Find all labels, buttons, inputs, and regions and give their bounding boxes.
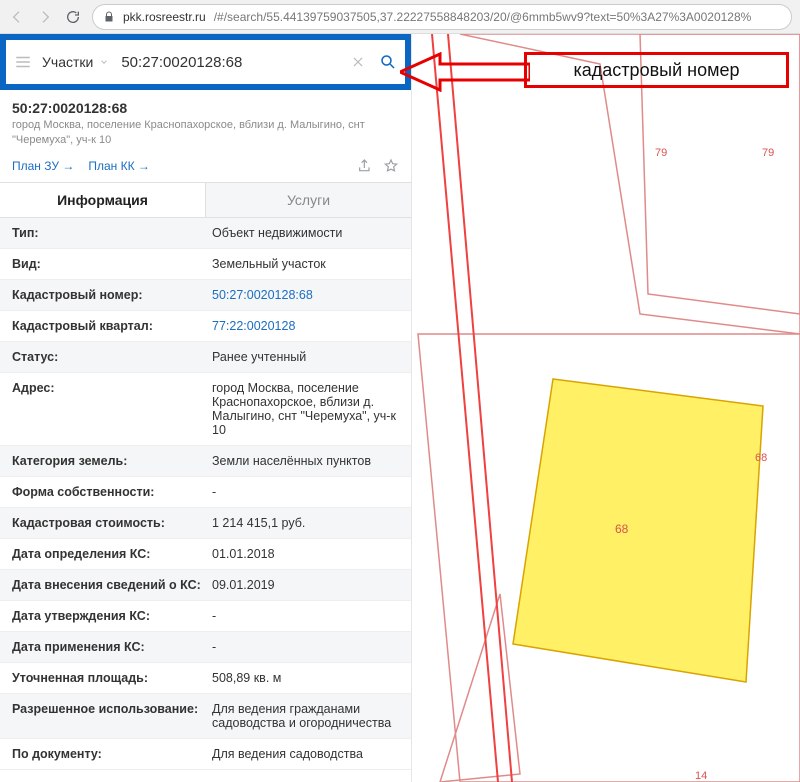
table-row: Форма собственности:- <box>0 477 411 508</box>
table-row: Дата внесения сведений о КС:09.01.2019 <box>0 570 411 601</box>
table-row: Вид:Земельный участок <box>0 249 411 280</box>
table-row: По документу:Для ведения садоводства <box>0 739 411 770</box>
table-row: Разрешенное использование:Для ведения гр… <box>0 694 411 739</box>
nav-forward-button[interactable] <box>36 8 54 26</box>
table-row: Дата утверждения КС:- <box>0 601 411 632</box>
clear-button[interactable] <box>345 55 371 69</box>
search-type-select[interactable]: Участки <box>40 54 117 70</box>
map-parcel-label: 68 <box>615 522 628 536</box>
annotation-label: кадастровый номер <box>524 52 789 88</box>
table-row: Уточненная площадь:508,89 кв. м <box>0 663 411 694</box>
search-input[interactable] <box>117 54 345 71</box>
sidebar: Участки 50:27:0020128:68 город Москва, п… <box>0 34 412 782</box>
search-type-label: Участки <box>42 54 93 70</box>
tab-services[interactable]: Услуги <box>206 183 411 217</box>
share-icon[interactable] <box>357 158 373 174</box>
table-row: Кадастровая стоимость:1 214 415,1 руб. <box>0 508 411 539</box>
lock-icon <box>103 11 115 23</box>
url-path: /#/search/55.44139759037505,37.222275588… <box>214 10 752 24</box>
chevron-down-icon <box>99 57 109 67</box>
map-parcel-label: 14 <box>695 770 707 782</box>
plan-zu-link[interactable]: План ЗУ <box>12 159 74 173</box>
table-row: Адрес:город Москва, поселение Краснопахо… <box>0 373 411 446</box>
table-row: Категория земель:Земли населённых пункто… <box>0 446 411 477</box>
star-icon[interactable] <box>383 158 399 174</box>
tab-info[interactable]: Информация <box>0 183 206 217</box>
header-address: город Москва, поселение Краснопахорское,… <box>12 118 399 148</box>
table-row: Дата применения КС:- <box>0 632 411 663</box>
header-cad-number: 50:27:0020128:68 <box>12 100 399 116</box>
tabs: Информация Услуги <box>0 182 411 218</box>
table-row: Дата определения КС:01.01.2018 <box>0 539 411 570</box>
parcel-header: 50:27:0020128:68 город Москва, поселение… <box>0 90 411 154</box>
map-parcel-label: 79 <box>655 147 667 159</box>
table-row: Статус:Ранее учтенный <box>0 342 411 373</box>
url-bar[interactable]: pkk.rosreestr.ru /#/search/55.44139759037… <box>92 4 792 30</box>
cad-quarter-link[interactable]: 77:22:0020128 <box>212 319 399 333</box>
url-domain: pkk.rosreestr.ru <box>123 10 206 24</box>
map-parcel-label: 79 <box>762 147 774 159</box>
table-row: Тип:Объект недвижимости <box>0 218 411 249</box>
info-table: Тип:Объект недвижимости Вид:Земельный уч… <box>0 218 411 770</box>
table-row: Кадастровый номер:50:27:0020128:68 <box>0 280 411 311</box>
search-bar: Участки <box>0 34 411 90</box>
table-row: Кадастровый квартал:77:22:0020128 <box>0 311 411 342</box>
annotation-arrow-icon <box>400 52 530 92</box>
nav-back-button[interactable] <box>8 8 26 26</box>
plan-kk-link[interactable]: План КК <box>88 159 150 173</box>
browser-toolbar: pkk.rosreestr.ru /#/search/55.44139759037… <box>0 0 800 34</box>
cad-number-link[interactable]: 50:27:0020128:68 <box>212 288 399 302</box>
menu-button[interactable] <box>6 53 40 71</box>
map-parcel-label: 68 <box>755 452 767 464</box>
nav-reload-button[interactable] <box>64 8 82 26</box>
